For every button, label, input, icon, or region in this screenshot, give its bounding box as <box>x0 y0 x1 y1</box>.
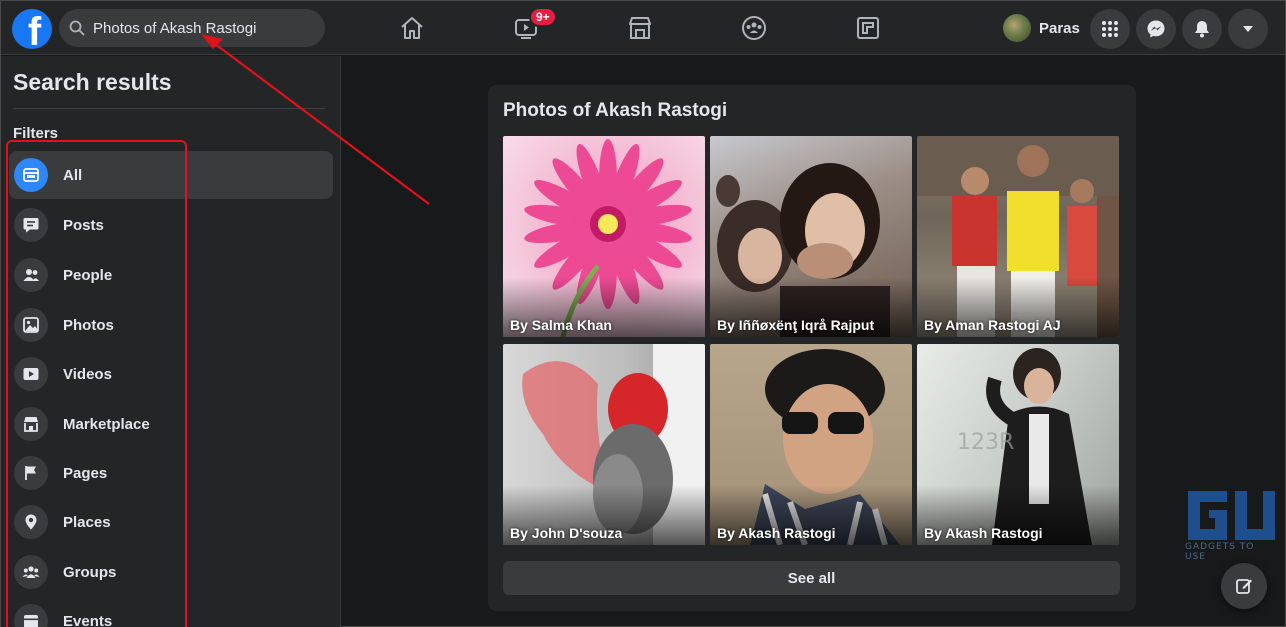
gaming-icon <box>857 17 879 39</box>
avatar <box>1003 14 1031 42</box>
nav-groups-button[interactable] <box>729 9 779 47</box>
chevron-down-icon <box>1243 26 1253 32</box>
marketplace-store-icon <box>629 17 651 39</box>
messenger-button[interactable] <box>1136 9 1176 49</box>
photo-caption: By Iññøxënţ Iqrå Rajput <box>717 317 875 333</box>
annotation-highlight-box <box>6 140 187 627</box>
search-filters-sidebar: Search results Filters All Posts People … <box>1 56 341 627</box>
search-input[interactable] <box>93 19 313 37</box>
see-all-button[interactable]: See all <box>503 561 1120 595</box>
nav-gaming-button[interactable] <box>843 9 893 47</box>
grid-menu-icon <box>1102 21 1118 37</box>
profile-shortcut[interactable]: Paras <box>1003 12 1080 44</box>
nav-watch-button[interactable]: 9+ <box>501 7 557 47</box>
nav-home-button[interactable] <box>387 9 437 47</box>
home-icon <box>401 17 423 39</box>
photo-tile[interactable]: By Salma Khan <box>503 136 705 337</box>
search-box[interactable] <box>59 9 325 47</box>
menu-button[interactable] <box>1090 9 1130 49</box>
notifications-button[interactable] <box>1182 9 1222 49</box>
facebook-logo[interactable]: f <box>12 9 52 49</box>
gadgets-to-use-watermark-logo: GADGETS TO USE <box>1185 488 1279 562</box>
results-title: Photos of Akash Rastogi <box>503 100 728 121</box>
photos-results-card: Photos of Akash Rastogi By Salma Khan By… <box>488 85 1136 611</box>
photo-caption: By Salma Khan <box>510 317 612 333</box>
new-message-button[interactable] <box>1221 563 1267 609</box>
top-navigation-bar: f 9+ <box>1 1 1285 55</box>
search-icon <box>69 20 85 36</box>
notification-count-badge: 9+ <box>529 7 557 27</box>
facebook-logo-letter: f <box>27 10 42 49</box>
photo-tile[interactable]: By Aman Rastogi AJ <box>917 136 1119 337</box>
messenger-icon <box>1147 20 1165 38</box>
photo-caption: By Aman Rastogi AJ <box>924 317 1061 333</box>
bell-icon <box>1195 21 1209 38</box>
groups-circle-icon <box>742 16 766 40</box>
photo-tile[interactable]: By John D'souza <box>503 344 705 545</box>
nav-marketplace-button[interactable] <box>615 9 665 47</box>
sidebar-divider <box>13 108 325 109</box>
svg-text:123R: 123R <box>957 430 1014 455</box>
photo-caption: By John D'souza <box>510 525 623 541</box>
photo-tile[interactable]: 123R By Akash Rastogi <box>917 344 1119 545</box>
photo-caption: By Akash Rastogi <box>924 525 1043 541</box>
photo-caption: By Akash Rastogi <box>717 525 836 541</box>
account-menu-button[interactable] <box>1228 9 1268 49</box>
profile-name: Paras <box>1039 19 1080 37</box>
compose-edit-icon <box>1236 579 1252 594</box>
sidebar-title: Search results <box>13 69 172 95</box>
photo-tile[interactable]: By Akash Rastogi <box>710 344 912 545</box>
photo-tile[interactable]: By Iññøxënţ Iqrå Rajput <box>710 136 912 337</box>
